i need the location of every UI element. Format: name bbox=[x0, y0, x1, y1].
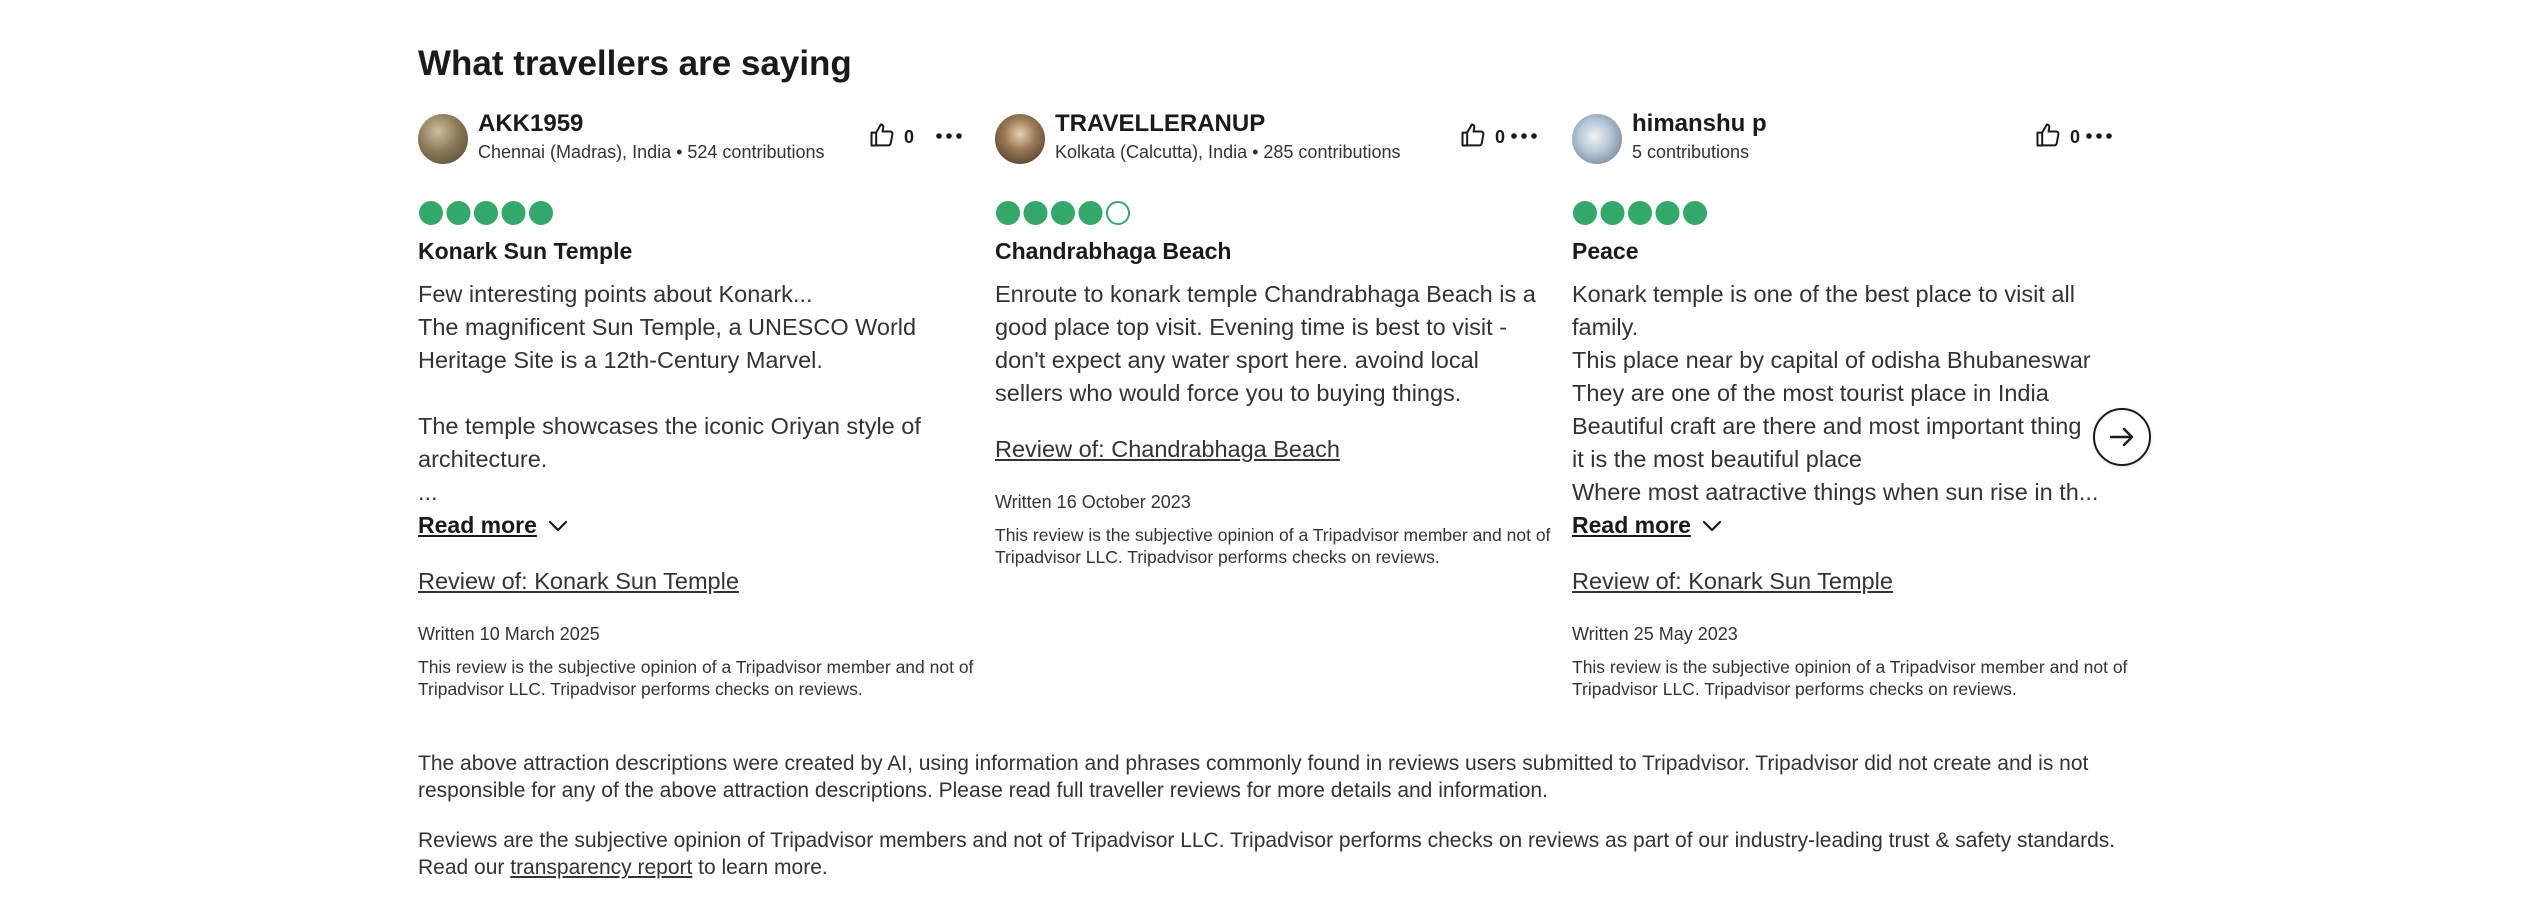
review-disclaimer: This review is the subjective opinion of… bbox=[995, 525, 1551, 567]
read-more-button[interactable]: Read more bbox=[418, 512, 569, 539]
reviews-disclaimer: Reviews are the subjective opinion of Tr… bbox=[418, 827, 2118, 881]
reviewer-meta: Chennai (Madras), India • 524 contributi… bbox=[478, 142, 825, 162]
rating-bubbles bbox=[1572, 200, 1708, 226]
section-title: What travellers are saying bbox=[418, 44, 852, 83]
reviewer-name[interactable]: TRAVELLERANUP bbox=[1055, 110, 1265, 138]
helpful-vote-button[interactable]: 0 bbox=[1459, 122, 1505, 152]
transparency-report-link[interactable]: transparency report bbox=[510, 856, 692, 879]
helpful-count: 0 bbox=[2070, 126, 2081, 147]
read-more-label: Read more bbox=[1572, 512, 1691, 538]
rating-bubble-filled bbox=[1628, 201, 1652, 225]
more-options-icon bbox=[935, 128, 963, 146]
chevron-down-icon bbox=[1702, 520, 1721, 531]
review-title[interactable]: Peace bbox=[1572, 238, 1639, 265]
thumbs-up-icon bbox=[868, 121, 896, 154]
written-date: Written 16 October 2023 bbox=[995, 492, 1191, 512]
reviewer-meta: 5 contributions bbox=[1632, 142, 1750, 162]
written-date: Written 25 May 2023 bbox=[1572, 624, 1738, 644]
review-body: Few interesting points about Konark... T… bbox=[418, 281, 921, 505]
review-card: himanshu p 5 contributions 0 Peace Konar… bbox=[1572, 110, 2132, 760]
rating-bubble-filled bbox=[419, 201, 443, 225]
review-body: Konark temple is one of the best place t… bbox=[1572, 281, 2099, 505]
more-options-button[interactable] bbox=[933, 122, 965, 152]
review-of-link[interactable]: Review of: Konark Sun Temple bbox=[1572, 568, 1893, 595]
review-disclaimer: This review is the subjective opinion of… bbox=[418, 657, 974, 699]
thumbs-up-icon bbox=[2034, 121, 2062, 154]
review-disclaimer: This review is the subjective opinion of… bbox=[1572, 657, 2128, 699]
rating-bubbles bbox=[995, 200, 1131, 226]
reviewer-name[interactable]: AKK1959 bbox=[478, 110, 583, 138]
reviews-disclaimer-text-end: to learn more. bbox=[692, 856, 828, 879]
review-body: Enroute to konark temple Chandrabhaga Be… bbox=[995, 281, 1536, 406]
review-title[interactable]: Konark Sun Temple bbox=[418, 238, 632, 265]
written-date: Written 10 March 2025 bbox=[418, 624, 600, 644]
rating-bubble-filled bbox=[1023, 201, 1048, 225]
rating-bubble-filled bbox=[996, 201, 1020, 225]
helpful-count: 0 bbox=[1495, 126, 1506, 147]
rating-bubble-filled bbox=[1573, 201, 1597, 225]
reviewer-meta: Kolkata (Calcutta), India • 285 contribu… bbox=[1055, 142, 1401, 162]
rating-bubbles-graphic bbox=[1573, 201, 1707, 225]
review-of-link[interactable]: Review of: Chandrabhaga Beach bbox=[995, 436, 1340, 463]
rating-bubble-filled bbox=[1078, 201, 1103, 225]
review-carousel: AKK1959 Chennai (Madras), India • 524 co… bbox=[418, 110, 2178, 760]
more-options-icon bbox=[2085, 128, 2113, 146]
arrow-right-icon bbox=[2109, 427, 2134, 447]
rating-bubble-filled bbox=[1051, 201, 1075, 225]
carousel-next-button[interactable] bbox=[2093, 408, 2151, 466]
rating-bubble-filled bbox=[1655, 201, 1680, 225]
rating-bubble-filled bbox=[501, 201, 526, 225]
more-options-icon bbox=[1510, 128, 1538, 146]
rating-bubbles-graphic bbox=[996, 201, 1130, 225]
helpful-count: 0 bbox=[904, 126, 915, 147]
avatar[interactable] bbox=[1572, 114, 1622, 164]
review-of-link[interactable]: Review of: Konark Sun Temple bbox=[418, 568, 739, 595]
ai-disclaimer: The above attraction descriptions were c… bbox=[418, 752, 2089, 802]
helpful-vote-button[interactable]: 0 bbox=[2034, 122, 2080, 152]
chevron-down-icon bbox=[548, 520, 567, 531]
read-more-label: Read more bbox=[418, 512, 537, 538]
rating-bubble-filled bbox=[474, 201, 498, 225]
reviewer-name[interactable]: himanshu p bbox=[1632, 110, 1767, 138]
more-options-button[interactable] bbox=[1508, 122, 1540, 152]
review-card: TRAVELLERANUP Kolkata (Calcutta), India … bbox=[995, 110, 1555, 760]
rating-bubble-empty bbox=[1106, 201, 1130, 225]
rating-bubble-filled bbox=[1683, 201, 1707, 225]
review-title[interactable]: Chandrabhaga Beach bbox=[995, 238, 1231, 265]
rating-bubbles bbox=[418, 200, 554, 226]
rating-bubble-filled bbox=[446, 201, 471, 225]
thumbs-up-icon bbox=[1459, 121, 1487, 154]
rating-bubbles-graphic bbox=[419, 201, 553, 225]
rating-bubble-filled bbox=[1600, 201, 1625, 225]
more-options-button[interactable] bbox=[2083, 122, 2115, 152]
helpful-vote-button[interactable]: 0 bbox=[868, 122, 914, 152]
avatar[interactable] bbox=[418, 114, 468, 164]
review-card: AKK1959 Chennai (Madras), India • 524 co… bbox=[418, 110, 978, 760]
avatar[interactable] bbox=[995, 114, 1045, 164]
read-more-button[interactable]: Read more bbox=[1572, 512, 1723, 539]
rating-bubble-filled bbox=[529, 201, 553, 225]
